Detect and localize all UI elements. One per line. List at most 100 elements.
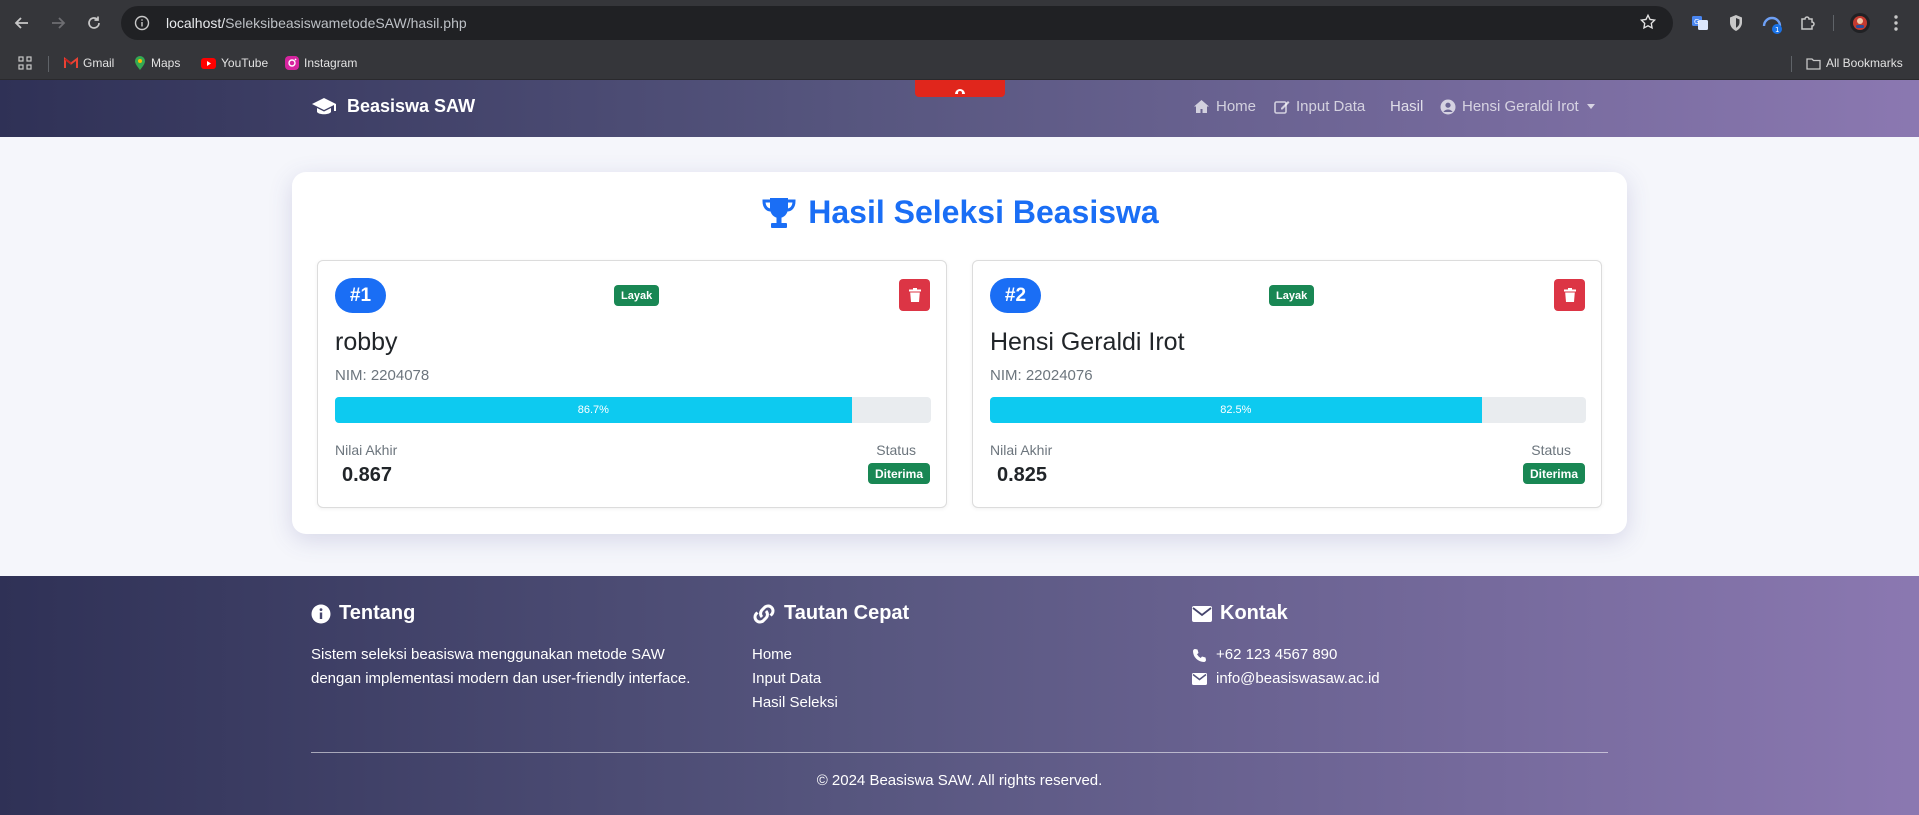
bookmark-label: Maps <box>151 56 181 70</box>
nav-hasil-label: Hasil <box>1390 98 1424 115</box>
url-text: localhost/SeleksibeasiswametodeSAW/hasil… <box>166 15 467 31</box>
status-label: Status <box>1531 442 1571 458</box>
footer-link-input-data[interactable]: Input Data <box>752 667 909 691</box>
trophy-icon <box>762 197 796 228</box>
student-nim: NIM: 2204078 <box>335 367 430 384</box>
footer-about-line: Sistem seleksi beasiswa menggunakan meto… <box>311 646 665 663</box>
progress-label: 82.5% <box>1220 404 1252 416</box>
footer-quick-links: Tautan Cepat Home Input Data Hasil Selek… <box>752 602 909 715</box>
bookmark-youtube[interactable]: YouTube <box>201 55 268 71</box>
student-nim: NIM: 22024076 <box>990 367 1093 384</box>
status-badge: Diterima <box>1522 463 1585 484</box>
delete-button[interactable] <box>899 279 930 311</box>
edit-icon <box>1274 100 1290 114</box>
toolbar-separator <box>1833 15 1834 31</box>
final-score-label: Nilai Akhir <box>990 442 1053 458</box>
status-badge: Diterima <box>867 463 930 484</box>
student-name: Hensi Geraldi Irot <box>990 328 1185 356</box>
site-info-icon[interactable] <box>132 13 152 33</box>
nav-home-label: Home <box>1216 98 1257 115</box>
footer-link-home[interactable]: Home <box>752 643 909 667</box>
results-card: Hasil Seleksi Beasiswa #1 Layak robby NI… <box>292 172 1627 534</box>
bookmark-maps[interactable]: Maps <box>134 55 180 71</box>
user-name: Hensi Geraldi Irot <box>1462 98 1579 115</box>
footer-phone-text: +62 123 4567 890 <box>1216 646 1338 663</box>
envelope-small-icon <box>1192 673 1207 685</box>
footer-email-text: info@beasiswasaw.ac.id <box>1216 670 1380 687</box>
score-progress-fill: 82.5% <box>990 397 1482 423</box>
footer-links-title: Tautan Cepat <box>784 602 910 624</box>
progress-label: 86.7% <box>577 404 609 416</box>
bookmark-label: Instagram <box>304 56 358 70</box>
nav-hasil[interactable]: Hasil <box>1390 98 1423 115</box>
footer-about-heading: Tentang <box>311 602 690 625</box>
caret-down-icon <box>1586 104 1595 109</box>
user-circle-icon <box>1440 99 1456 114</box>
final-score-value: 0.825 <box>997 464 1048 486</box>
final-score-value: 0.867 <box>342 464 393 486</box>
graduation-cap-icon <box>312 97 336 114</box>
brand-link[interactable]: Beasiswa SAW <box>311 96 475 117</box>
apps-grid-icon[interactable] <box>18 55 32 71</box>
forward-icon[interactable] <box>46 11 70 35</box>
footer-about: Tentang Sistem seleksi beasiswa mengguna… <box>311 602 690 691</box>
footer-contact-list: +62 123 4567 890 info@beasiswasaw.ac.id <box>1192 643 1380 691</box>
floating-red-tab[interactable] <box>915 80 1005 97</box>
footer-contact-heading: Kontak <box>1192 602 1380 625</box>
app-navbar: Beasiswa SAW Home Input Data Hasil Hensi… <box>0 80 1919 137</box>
envelope-icon <box>1192 605 1212 622</box>
svg-text:G: G <box>1694 18 1699 26</box>
arch-icon <box>955 88 965 94</box>
delete-button[interactable] <box>1554 279 1585 311</box>
speed-extension-icon[interactable]: 1 <box>1761 12 1783 34</box>
rank-badge: #2 <box>990 278 1041 313</box>
nav-input-label: Input Data <box>1296 98 1366 115</box>
bookmark-gmail[interactable]: Gmail <box>64 55 114 71</box>
footer-links-heading: Tautan Cepat <box>752 602 909 625</box>
footer-about-title: Tentang <box>339 602 416 624</box>
page-title: Hasil Seleksi Beasiswa <box>292 194 1627 231</box>
bookmarks-separator <box>1791 56 1792 72</box>
footer-link-hasil-seleksi[interactable]: Hasil Seleksi <box>752 691 909 715</box>
result-card: #1 Layak robby NIM: 2204078 86.7% Nilai … <box>317 260 947 508</box>
page-title-text: Hasil Seleksi Beasiswa <box>808 194 1159 230</box>
result-card: #2 Layak Hensi Geraldi Irot NIM: 2202407… <box>972 260 1602 508</box>
score-progress-fill: 86.7% <box>335 397 852 423</box>
bookmark-instagram[interactable]: Instagram <box>285 55 357 71</box>
maps-pin-icon <box>135 55 145 70</box>
instagram-icon <box>285 56 299 70</box>
eligibility-badge: Layak <box>1269 285 1315 306</box>
info-circle-icon <box>311 604 331 623</box>
student-name: robby <box>335 328 398 356</box>
shield-extension-icon[interactable] <box>1725 12 1747 34</box>
folder-icon <box>1806 57 1821 70</box>
svg-text:1: 1 <box>1775 26 1779 34</box>
footer-divider <box>311 752 1608 753</box>
status-label: Status <box>876 442 916 458</box>
score-progress-bar: 82.5% <box>990 397 1586 423</box>
footer-about-line: dengan implementasi modern dan user-frie… <box>311 670 691 687</box>
gmail-icon <box>64 57 78 68</box>
bookmarks-bar: Gmail Maps YouTube Instagram All Bookmar… <box>0 46 1919 80</box>
youtube-icon <box>201 57 216 69</box>
footer-links-list: Home Input Data Hasil Seleksi <box>752 643 909 715</box>
nav-home[interactable]: Home <box>1193 98 1256 115</box>
all-bookmarks[interactable]: All Bookmarks <box>1806 55 1903 71</box>
bookmark-label: YouTube <box>221 56 269 70</box>
nav-input-data[interactable]: Input Data <box>1274 98 1365 115</box>
back-icon[interactable] <box>10 11 34 35</box>
brand-text: Beasiswa SAW <box>347 96 476 116</box>
translate-icon[interactable]: G <box>1689 12 1711 34</box>
extensions-puzzle-icon[interactable] <box>1797 12 1819 34</box>
bookmark-label: Gmail <box>83 56 115 70</box>
user-dropdown[interactable]: Hensi Geraldi Irot <box>1440 98 1595 115</box>
footer-contact: Kontak +62 123 4567 890 info@beasiswasaw… <box>1192 602 1380 691</box>
site-footer: Tentang Sistem seleksi beasiswa mengguna… <box>0 576 1919 815</box>
reload-icon[interactable] <box>82 11 106 35</box>
bookmark-star-icon[interactable] <box>1639 13 1659 33</box>
browser-menu-icon[interactable] <box>1885 12 1907 34</box>
profile-avatar-icon[interactable] <box>1849 12 1871 34</box>
footer-phone: +62 123 4567 890 <box>1192 643 1380 667</box>
link-icon <box>753 604 775 623</box>
address-bar[interactable]: localhost/SeleksibeasiswametodeSAW/hasil… <box>121 6 1673 40</box>
